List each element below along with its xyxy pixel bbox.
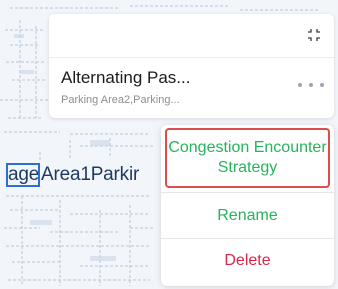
more-options-button[interactable] (298, 78, 324, 92)
task-subtitle: Parking Area2,Parking... (61, 94, 180, 106)
map-area-label: ageArea1Parkir (6, 163, 139, 187)
task-title[interactable]: Alternating Pas... (61, 68, 190, 88)
delete-menu-item[interactable]: Delete (161, 239, 334, 283)
menu-divider (161, 192, 334, 193)
more-dots-icon (309, 83, 313, 87)
more-dots-icon (298, 83, 302, 87)
rename-menu-item[interactable]: Rename (161, 194, 334, 238)
map-area-text: Area1Parkir (41, 164, 140, 185)
context-menu: Congestion Encounter Strategy Rename Del… (161, 125, 334, 286)
more-dots-icon (320, 83, 324, 87)
map-selected-fragment: age (6, 163, 40, 187)
congestion-strategy-menu-item[interactable]: Congestion Encounter Strategy (165, 128, 330, 188)
collapse-button[interactable] (304, 25, 324, 45)
collapse-arrows-icon (308, 29, 320, 41)
task-card: Alternating Pas... Parking Area2,Parking… (49, 14, 334, 118)
card-divider (49, 57, 334, 58)
